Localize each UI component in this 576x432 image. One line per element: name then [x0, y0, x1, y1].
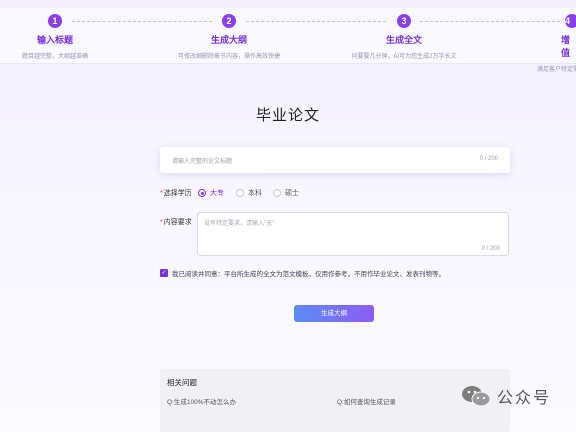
radio-dot — [273, 189, 281, 197]
radio-dazhuan[interactable]: 大专 — [198, 188, 224, 198]
content-textarea[interactable]: 没有特定要求，请输入"无" 0 / 200 — [197, 212, 509, 256]
required-mark: * — [160, 190, 163, 197]
faq-title: 相关问题 — [167, 378, 197, 387]
step-1: 1 输入标题 题目越完整，大纲越准确 — [0, 14, 130, 60]
faq-question[interactable]: Q:生成100%不动怎么办 — [167, 396, 236, 406]
step-desc: 满足客户特定需求，提供 — [537, 67, 576, 73]
radio-dot — [198, 189, 206, 197]
step-number: 4 — [565, 14, 576, 28]
education-label: *选择学历 — [160, 188, 192, 198]
content-placeholder: 没有特定要求，请输入"无" — [204, 221, 275, 227]
radio-label: 硕士 — [285, 190, 299, 197]
wechat-icon — [461, 385, 491, 407]
step-title: 输入标题 — [36, 35, 73, 45]
required-mark: * — [160, 219, 163, 226]
faq-question[interactable]: Q:如何查询生成记录 — [337, 396, 396, 406]
content-label: *内容要求 — [160, 217, 192, 227]
step-title: 生成大纲 — [210, 35, 247, 45]
faq-panel: 相关问题 Q:生成100%不动怎么办 Q:如何查询生成记录 — [160, 369, 510, 432]
page-title: 毕业论文 — [255, 107, 320, 124]
agreement-text: 我已阅读并同意：平台所生成的全文为范文模板，仅用作参考，不用作毕业论文、发表刊物… — [172, 271, 445, 278]
step-4: 4 增值 满足客户特定需求，提供 — [503, 14, 576, 73]
content-label-text: 内容要求 — [163, 219, 192, 226]
step-3: 3 生成全文 问要要几分钟，AI可为您生成2万字长文 — [329, 14, 479, 60]
title-input-counter: 0 / 200 — [479, 156, 498, 162]
agreement-row: ✓ 我已阅读并同意：平台所生成的全文为范文模板，仅用作参考，不用作毕业论文、发表… — [160, 268, 445, 278]
generate-outline-button[interactable]: 生成大纲 — [294, 305, 374, 322]
step-desc: 题目越完整，大纲越准确 — [21, 54, 88, 60]
radio-label: 本科 — [248, 190, 262, 197]
step-desc: 可修改细删除章节内容，操作高效快捷 — [177, 54, 280, 60]
step-number: 1 — [48, 14, 62, 28]
steps-bar: 1 输入标题 题目越完整，大纲越准确 2 生成大纲 可修改细删除章节内容，操作高… — [0, 8, 576, 73]
education-label-text: 选择学历 — [163, 190, 192, 197]
title-input[interactable]: 请输入完整的论文标题 0 / 200 — [160, 147, 510, 173]
step-number: 2 — [222, 14, 236, 28]
radio-label: 大专 — [210, 190, 224, 197]
watermark: 公众号 — [461, 384, 551, 408]
step-2: 2 生成大纲 可修改细删除章节内容，操作高效快捷 — [154, 14, 304, 60]
radio-shuoshi[interactable]: 硕士 — [273, 188, 299, 198]
watermark-text: 公众号 — [497, 390, 552, 407]
content-counter: 0 / 200 — [481, 246, 500, 252]
agreement-checkbox[interactable]: ✓ — [160, 269, 168, 277]
step-number: 3 — [397, 14, 411, 28]
step-title: 增值 — [561, 35, 571, 58]
radio-benke[interactable]: 本科 — [236, 188, 262, 198]
title-input-placeholder: 请输入完整的论文标题 — [172, 159, 233, 165]
step-title: 生成全文 — [385, 35, 422, 45]
step-desc: 问要要几分钟，AI可为您生成2万字长文 — [351, 54, 457, 60]
radio-dot — [236, 189, 244, 197]
